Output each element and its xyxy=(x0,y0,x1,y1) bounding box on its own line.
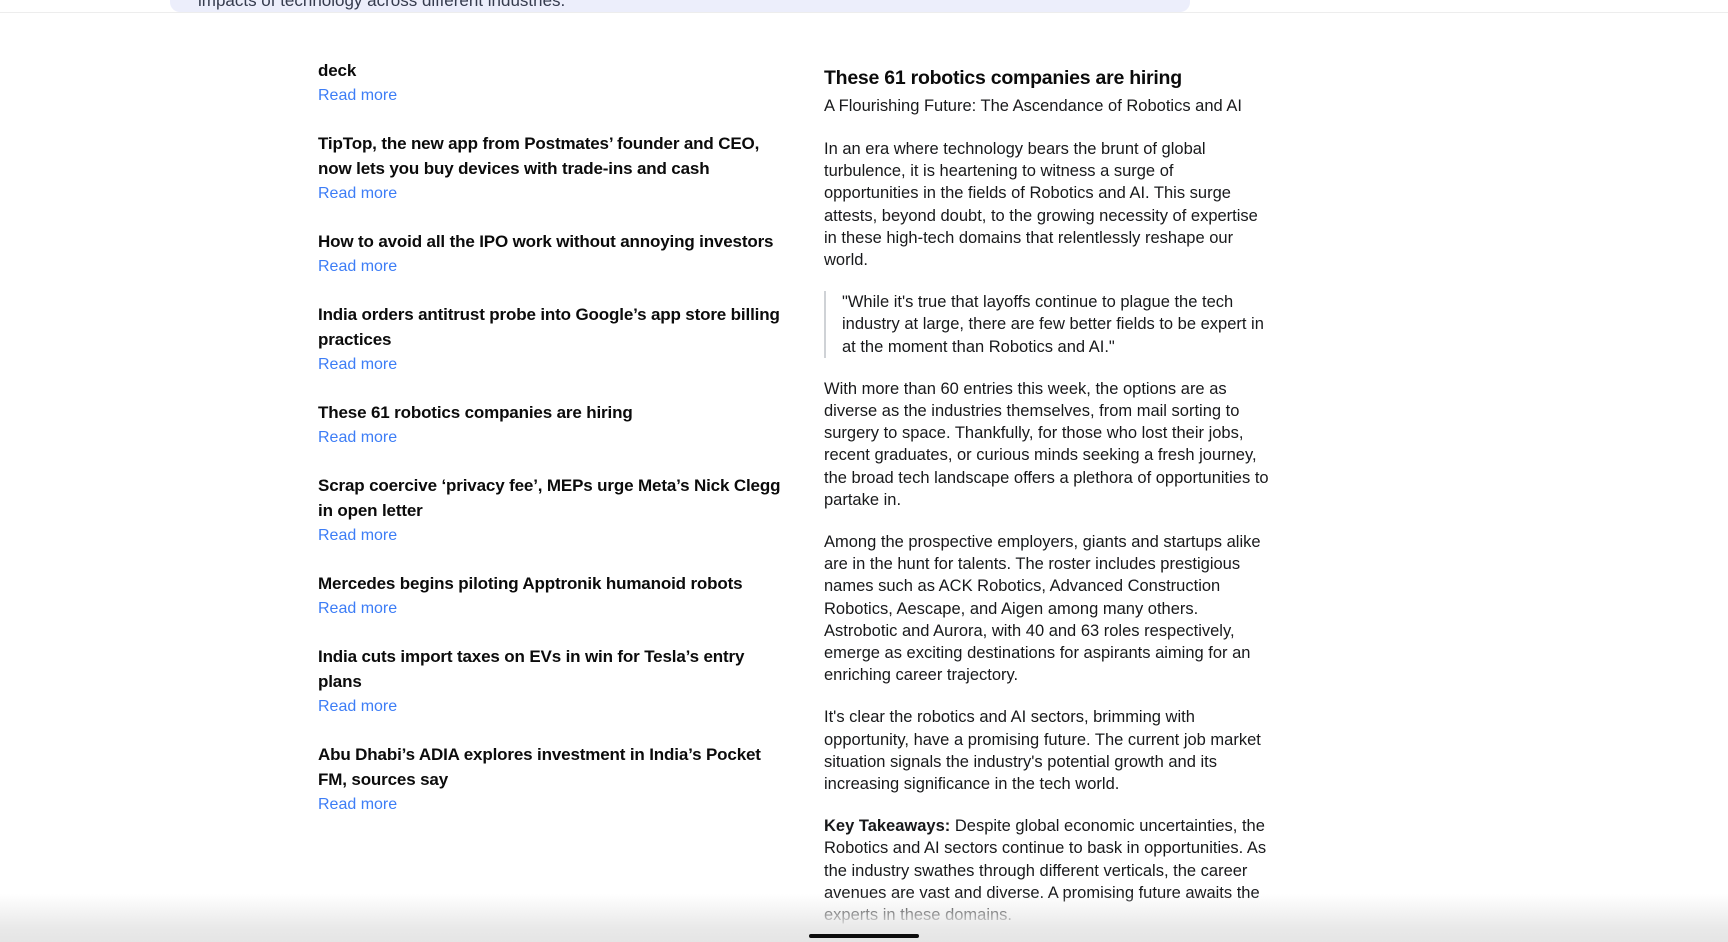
article-key-takeaways: Key Takeaways: Despite global economic u… xyxy=(824,815,1272,926)
news-title: Abu Dhabi’s ADIA explores investment in … xyxy=(318,742,788,792)
list-item: India cuts import taxes on EVs in win fo… xyxy=(318,644,788,718)
list-item: India orders antitrust probe into Google… xyxy=(318,302,788,376)
article-title: These 61 robotics companies are hiring xyxy=(824,65,1272,91)
list-item: TipTop, the new app from Postmates’ foun… xyxy=(318,131,788,205)
read-more-link[interactable]: Read more xyxy=(318,85,397,107)
list-item: These 61 robotics companies are hiring R… xyxy=(318,400,788,449)
list-item: deck Read more xyxy=(318,58,788,107)
read-more-link[interactable]: Read more xyxy=(318,696,397,718)
article-paragraph-3: Among the prospective employers, giants … xyxy=(824,531,1272,686)
summary-card: impacts of technology across different i… xyxy=(170,0,1190,12)
news-title: deck xyxy=(318,58,788,83)
article-subtitle: A Flourishing Future: The Ascendance of … xyxy=(824,94,1272,118)
article-panel: These 61 robotics companies are hiring A… xyxy=(824,12,1272,912)
read-more-link[interactable]: Read more xyxy=(318,256,397,278)
home-indicator[interactable] xyxy=(809,934,919,938)
news-title: These 61 robotics companies are hiring xyxy=(318,400,788,425)
news-title: Scrap coercive ‘privacy fee’, MEPs urge … xyxy=(318,473,788,523)
article-blockquote: "While it's true that layoffs continue t… xyxy=(824,291,1272,358)
content-columns: deck Read more TipTop, the new app from … xyxy=(0,12,1728,912)
news-title: India cuts import taxes on EVs in win fo… xyxy=(318,644,788,694)
news-list: deck Read more TipTop, the new app from … xyxy=(318,12,788,912)
article-paragraph-4: It's clear the robotics and AI sectors, … xyxy=(824,706,1272,795)
read-more-link[interactable]: Read more xyxy=(318,354,397,376)
key-takeaways-label: Key Takeaways: xyxy=(824,817,950,835)
read-more-link[interactable]: Read more xyxy=(318,525,397,547)
news-title: Mercedes begins piloting Apptronik human… xyxy=(318,571,788,596)
read-more-link[interactable]: Read more xyxy=(318,598,397,620)
read-more-link[interactable]: Read more xyxy=(318,183,397,205)
page-viewport: impacts of technology across different i… xyxy=(0,0,1728,942)
list-item: How to avoid all the IPO work without an… xyxy=(318,229,788,278)
read-more-link[interactable]: Read more xyxy=(318,794,397,816)
news-title: TipTop, the new app from Postmates’ foun… xyxy=(318,131,788,181)
article-paragraph-2: With more than 60 entries this week, the… xyxy=(824,378,1272,511)
list-item: Abu Dhabi’s ADIA explores investment in … xyxy=(318,742,788,816)
read-more-link[interactable]: Read more xyxy=(318,427,397,449)
article-paragraph-1: In an era where technology bears the bru… xyxy=(824,138,1272,271)
news-title: India orders antitrust probe into Google… xyxy=(318,302,788,352)
news-title: How to avoid all the IPO work without an… xyxy=(318,229,788,254)
list-item: Scrap coercive ‘privacy fee’, MEPs urge … xyxy=(318,473,788,547)
list-item: Mercedes begins piloting Apptronik human… xyxy=(318,571,788,620)
